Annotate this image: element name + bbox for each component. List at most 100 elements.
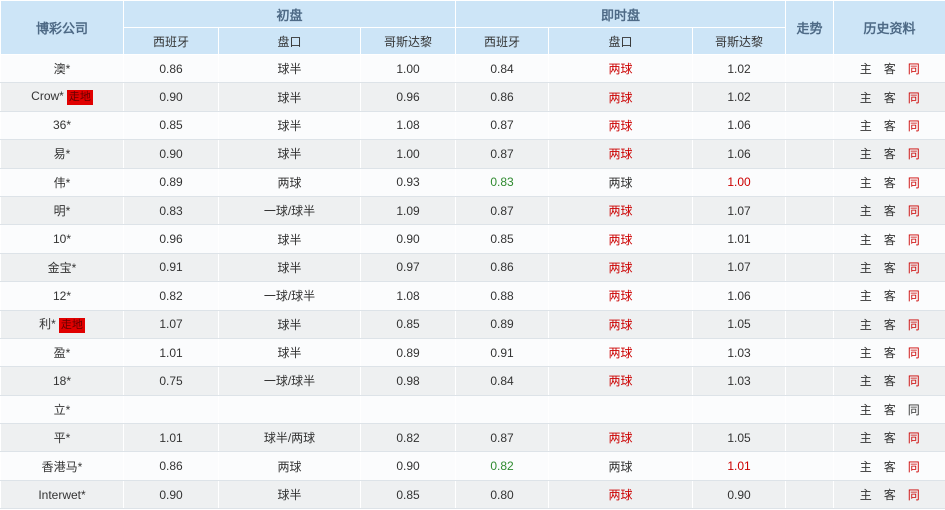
live-badge[interactable]: 走地 bbox=[58, 318, 85, 334]
history-away-link[interactable]: 客 bbox=[884, 204, 896, 218]
history-same-link[interactable]: 同 bbox=[908, 176, 920, 190]
trend-cell[interactable] bbox=[785, 139, 834, 169]
history-same-link[interactable]: 同 bbox=[908, 346, 920, 360]
history-same-link[interactable]: 同 bbox=[908, 204, 920, 218]
company-cell: 明* bbox=[0, 196, 124, 226]
trend-cell[interactable] bbox=[785, 168, 834, 197]
history-home-link[interactable]: 主 bbox=[860, 460, 872, 474]
history-away-link[interactable]: 客 bbox=[884, 431, 896, 445]
initial-home: 0.90 bbox=[123, 82, 219, 112]
trend-cell[interactable] bbox=[785, 310, 834, 339]
initial-away: 0.97 bbox=[359, 253, 456, 283]
history-same-link[interactable]: 同 bbox=[908, 318, 920, 332]
live-home: 0.91 bbox=[455, 338, 549, 368]
table-row: 易* 0.90 球半 1.00 0.87 两球 1.06 主客同 bbox=[0, 139, 945, 169]
history-away-link[interactable]: 客 bbox=[884, 488, 896, 502]
history-same-link[interactable]: 同 bbox=[908, 374, 920, 388]
header-live: 即时盘 bbox=[455, 0, 787, 28]
history-cell: 主客同 bbox=[833, 82, 945, 112]
history-home-link[interactable]: 主 bbox=[860, 318, 872, 332]
trend-cell[interactable] bbox=[785, 281, 834, 311]
initial-home: 0.89 bbox=[123, 168, 219, 197]
initial-line: 球半 bbox=[218, 224, 361, 254]
history-same-link[interactable]: 同 bbox=[908, 431, 920, 445]
company-cell: 36* bbox=[0, 111, 124, 141]
history-same-link[interactable]: 同 bbox=[908, 233, 920, 247]
live-badge[interactable]: 走地 bbox=[66, 90, 93, 106]
trend-cell[interactable] bbox=[785, 82, 834, 112]
live-home: 0.86 bbox=[455, 82, 549, 112]
live-line: 两球 bbox=[548, 54, 693, 84]
history-away-link[interactable]: 客 bbox=[884, 176, 896, 190]
initial-home: 0.90 bbox=[123, 139, 219, 169]
trend-cell[interactable] bbox=[785, 395, 834, 425]
initial-home: 0.82 bbox=[123, 281, 219, 311]
history-same-link[interactable]: 同 bbox=[908, 261, 920, 275]
history-home-link[interactable]: 主 bbox=[860, 147, 872, 161]
history-home-link[interactable]: 主 bbox=[860, 204, 872, 218]
history-away-link[interactable]: 客 bbox=[884, 233, 896, 247]
table-row: 香港马* 0.86 两球 0.90 0.82 两球 1.01 主客同 bbox=[0, 451, 945, 481]
history-same-link[interactable]: 同 bbox=[908, 488, 920, 502]
live-line: 两球 bbox=[548, 253, 693, 283]
history-same-link[interactable]: 同 bbox=[908, 460, 920, 474]
history-away-link[interactable]: 客 bbox=[884, 318, 896, 332]
history-home-link[interactable]: 主 bbox=[860, 374, 872, 388]
history-away-link[interactable]: 客 bbox=[884, 403, 896, 417]
history-away-link[interactable]: 客 bbox=[884, 289, 896, 303]
table-row: Interwet* 0.90 球半 0.85 0.80 两球 0.90 主客同 bbox=[0, 480, 945, 510]
history-home-link[interactable]: 主 bbox=[860, 176, 872, 190]
initial-away: 0.90 bbox=[359, 224, 456, 254]
live-line: 两球 bbox=[548, 310, 693, 339]
header-initial: 初盘 bbox=[122, 0, 457, 28]
history-away-link[interactable]: 客 bbox=[884, 460, 896, 474]
history-home-link[interactable]: 主 bbox=[860, 233, 872, 247]
history-away-link[interactable]: 客 bbox=[884, 346, 896, 360]
trend-cell[interactable] bbox=[785, 480, 834, 510]
initial-home: 1.01 bbox=[123, 423, 219, 453]
history-home-link[interactable]: 主 bbox=[860, 119, 872, 133]
history-same-link[interactable]: 同 bbox=[908, 403, 920, 417]
history-home-link[interactable]: 主 bbox=[860, 431, 872, 445]
history-same-link[interactable]: 同 bbox=[908, 289, 920, 303]
history-away-link[interactable]: 客 bbox=[884, 62, 896, 76]
history-away-link[interactable]: 客 bbox=[884, 147, 896, 161]
trend-cell[interactable] bbox=[785, 338, 834, 368]
header-live-away: 哥斯达黎 bbox=[692, 27, 787, 55]
live-line: 两球 bbox=[548, 139, 693, 169]
live-away: 1.02 bbox=[692, 82, 786, 112]
company-cell: 利* 走地 bbox=[0, 310, 124, 339]
history-same-link[interactable]: 同 bbox=[908, 62, 920, 76]
company-cell: 立* bbox=[0, 395, 124, 425]
trend-cell[interactable] bbox=[785, 423, 834, 453]
trend-cell[interactable] bbox=[785, 253, 834, 283]
history-home-link[interactable]: 主 bbox=[860, 261, 872, 275]
history-same-link[interactable]: 同 bbox=[908, 119, 920, 133]
history-home-link[interactable]: 主 bbox=[860, 346, 872, 360]
trend-cell[interactable] bbox=[785, 366, 834, 396]
company-name: 立* bbox=[53, 402, 71, 417]
history-home-link[interactable]: 主 bbox=[860, 289, 872, 303]
history-away-link[interactable]: 客 bbox=[884, 91, 896, 105]
trend-cell[interactable] bbox=[785, 451, 834, 481]
table-row: 明* 0.83 一球/球半 1.09 0.87 两球 1.07 主客同 bbox=[0, 196, 945, 226]
initial-home: 0.83 bbox=[123, 196, 219, 226]
live-away: 0.90 bbox=[692, 480, 786, 510]
trend-cell[interactable] bbox=[785, 224, 834, 254]
header-history: 历史资料 bbox=[833, 0, 945, 55]
trend-cell[interactable] bbox=[785, 54, 834, 84]
history-away-link[interactable]: 客 bbox=[884, 261, 896, 275]
history-same-link[interactable]: 同 bbox=[908, 91, 920, 105]
history-home-link[interactable]: 主 bbox=[860, 403, 872, 417]
trend-cell[interactable] bbox=[785, 196, 834, 226]
history-home-link[interactable]: 主 bbox=[860, 488, 872, 502]
history-home-link[interactable]: 主 bbox=[860, 91, 872, 105]
table-row: 12* 0.82 一球/球半 1.08 0.88 两球 1.06 主客同 bbox=[0, 281, 945, 311]
history-cell: 主客同 bbox=[833, 54, 945, 84]
history-away-link[interactable]: 客 bbox=[884, 119, 896, 133]
initial-away: 1.00 bbox=[359, 139, 456, 169]
history-away-link[interactable]: 客 bbox=[884, 374, 896, 388]
history-home-link[interactable]: 主 bbox=[860, 62, 872, 76]
trend-cell[interactable] bbox=[785, 111, 834, 141]
history-same-link[interactable]: 同 bbox=[908, 147, 920, 161]
